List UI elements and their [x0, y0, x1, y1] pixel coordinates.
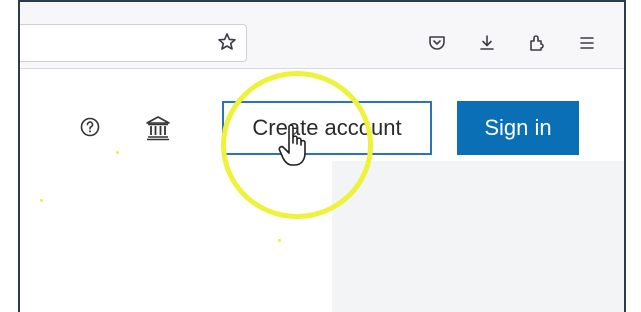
- highlight-speck: [116, 151, 119, 154]
- sign-in-button[interactable]: Sign in: [457, 101, 579, 155]
- page-content: Create account Sign in: [20, 69, 624, 312]
- star-icon[interactable]: [214, 29, 240, 55]
- institution-icon[interactable]: [144, 114, 172, 142]
- menu-icon[interactable]: [574, 30, 600, 56]
- sign-in-label: Sign in: [484, 115, 552, 140]
- browser-toolbar: [20, 2, 624, 69]
- pocket-icon[interactable]: [424, 30, 450, 56]
- question-circle-icon[interactable]: [80, 117, 100, 137]
- window-border-right: [624, 0, 626, 312]
- create-account-button[interactable]: Create account: [222, 101, 432, 155]
- screenshot-frame: Create account Sign in: [0, 0, 641, 312]
- download-icon[interactable]: [474, 30, 500, 56]
- highlight-speck: [40, 199, 43, 202]
- address-bar[interactable]: [20, 24, 247, 62]
- extensions-icon[interactable]: [524, 30, 550, 56]
- create-account-label: Create account: [252, 115, 402, 140]
- highlight-speck: [278, 239, 281, 242]
- content-panel: [332, 161, 624, 312]
